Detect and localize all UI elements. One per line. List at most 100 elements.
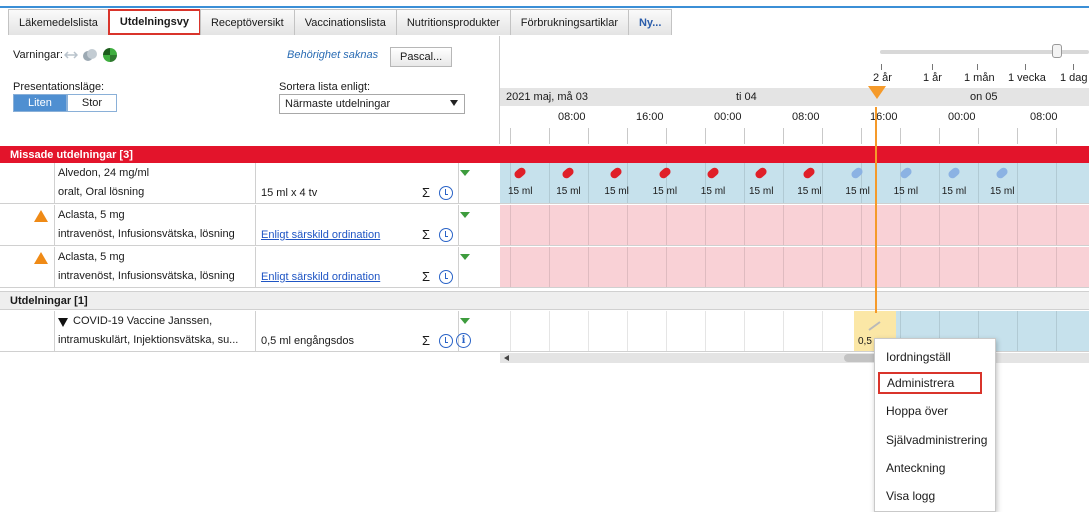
user-button[interactable]: Pascal...	[390, 47, 453, 67]
dose-label: 15 ml	[990, 186, 1015, 197]
menu-item-visa-logg[interactable]: Visa logg	[875, 485, 995, 507]
time-tick	[588, 128, 589, 144]
grid-line	[1056, 311, 1057, 351]
now-marker-icon[interactable]	[868, 86, 886, 99]
timeline-scrollbar[interactable]	[500, 353, 1089, 363]
sum-icon[interactable]: Σ	[422, 185, 430, 200]
expand-arrow-icon[interactable]	[460, 318, 470, 324]
medication-row[interactable]: Alvedon, 24 mg/ml oralt, Oral lösning 15…	[0, 163, 500, 204]
menu-item-anteckning[interactable]: Anteckning	[875, 457, 995, 479]
grid-line	[744, 163, 745, 203]
zoom-tick	[977, 64, 978, 70]
menu-item-hoppa-over[interactable]: Hoppa över	[875, 400, 995, 422]
dose-label: 15 ml	[845, 186, 870, 197]
zoom-label-2y[interactable]: 2 år	[873, 72, 892, 84]
menu-item-administrera[interactable]: Administrera	[878, 372, 982, 394]
presentation-label: Presentationsläge:	[13, 81, 105, 93]
grid-line	[783, 247, 784, 287]
dose-link[interactable]: Enligt särskild ordination	[261, 271, 380, 283]
timeline-row[interactable]	[500, 311, 1089, 352]
missed-dose-pill-icon[interactable]	[561, 166, 576, 180]
grid-line	[939, 205, 940, 245]
missed-dose-pill-icon[interactable]	[609, 166, 624, 180]
pie-warning-icon[interactable]	[102, 47, 118, 63]
clock-icon[interactable]	[439, 228, 453, 242]
dose-link[interactable]: Enligt särskild ordination	[261, 229, 380, 241]
tab-forbrukningsartiklar[interactable]: Förbrukningsartiklar	[509, 9, 629, 35]
expand-arrow-icon[interactable]	[460, 170, 470, 176]
grid-line	[744, 205, 745, 245]
grid-line	[510, 205, 511, 245]
menu-item-iordningstall[interactable]: Iordningställ	[875, 346, 995, 368]
time-tick	[549, 128, 550, 144]
interaction-icon[interactable]	[64, 49, 78, 61]
grid-line	[1056, 163, 1057, 203]
grid-line	[1017, 205, 1018, 245]
tab-utdelningsvy[interactable]: Utdelningsvy	[107, 9, 201, 35]
zoom-label-1w[interactable]: 1 vecka	[1008, 72, 1046, 84]
missed-section-header[interactable]: Missade utdelningar [3]	[0, 146, 1089, 163]
sort-select-value: Närmaste utdelningar	[285, 98, 391, 110]
expand-arrow-icon[interactable]	[460, 212, 470, 218]
med-name: Aclasta, 5 mg	[58, 209, 125, 221]
clock-icon[interactable]	[439, 334, 453, 348]
upcoming-dose-pill-icon[interactable]	[994, 166, 1010, 180]
grid-line	[939, 247, 940, 287]
sort-select[interactable]: Närmaste utdelningar	[279, 94, 465, 114]
sum-icon[interactable]: Σ	[422, 333, 430, 348]
double-pill-icon[interactable]	[82, 48, 98, 62]
missed-dose-pill-icon[interactable]	[753, 166, 769, 180]
zoom-tick	[1025, 64, 1026, 70]
expand-arrow-icon[interactable]	[460, 254, 470, 260]
clock-icon[interactable]	[439, 186, 453, 200]
mode-small-button[interactable]: Liten	[13, 94, 67, 112]
menu-item-sjalvadministrering[interactable]: Självadministrering	[875, 429, 995, 451]
dose-text: 0,5 ml engångsdos	[261, 335, 354, 347]
warnings-label: Varningar:	[13, 49, 63, 61]
medication-row[interactable]: Aclasta, 5 mg intravenöst, Infusionsväts…	[0, 205, 500, 246]
row-status-cell	[0, 205, 55, 245]
timeline-row[interactable]	[500, 247, 1089, 288]
zoom-label-1d[interactable]: 1 dag	[1060, 72, 1088, 84]
time-label: 16:00	[636, 111, 664, 123]
upcoming-dose-pill-icon[interactable]	[946, 166, 961, 180]
missed-dose-pill-icon[interactable]	[705, 166, 720, 180]
zoom-label-1y[interactable]: 1 år	[923, 72, 942, 84]
grid-line	[549, 163, 550, 203]
grid-line	[666, 311, 667, 351]
scroll-left-icon[interactable]	[504, 355, 509, 361]
missed-dose-pill-icon[interactable]	[512, 166, 528, 180]
administrations-section-header[interactable]: Utdelningar [1]	[0, 291, 1089, 310]
missed-dose-pill-icon[interactable]	[657, 166, 672, 180]
tab-vaccinationslista[interactable]: Vaccinationslista	[293, 9, 397, 35]
timeline-row[interactable]	[500, 205, 1089, 246]
warning-icon[interactable]	[34, 210, 48, 222]
sum-icon[interactable]: Σ	[422, 269, 430, 284]
tab-lakemedelslista[interactable]: Läkemedelslista	[8, 9, 109, 35]
mode-large-button[interactable]: Stor	[66, 94, 118, 112]
tab-nutritionsprodukter[interactable]: Nutritionsprodukter	[395, 9, 511, 35]
timeline-header: 2 år 1 år 1 mån 1 vecka 1 dag 2021 maj, …	[500, 36, 1089, 144]
grid-line	[744, 247, 745, 287]
grid-line	[510, 163, 511, 203]
zoom-slider-handle[interactable]	[1052, 44, 1062, 58]
missed-dose-pill-icon[interactable]	[802, 166, 817, 180]
time-tick	[666, 128, 667, 144]
zoom-label-1m[interactable]: 1 mån	[964, 72, 995, 84]
timeline-row[interactable]: 15 ml 15 ml 15 ml 15 ml 15 ml 15 ml 15 ml 15 ml…	[500, 163, 1089, 204]
tab-bar: Läkemedelslista Utdelningsvy Receptövers…	[0, 9, 1089, 36]
clock-icon[interactable]	[439, 270, 453, 284]
warning-icon[interactable]	[34, 252, 48, 264]
grid-line	[783, 205, 784, 245]
grid-line	[549, 247, 550, 287]
tab-new[interactable]: Ny...	[627, 9, 673, 35]
medication-row[interactable]: COVID-19 Vaccine Janssen, intramuskulärt…	[0, 311, 500, 352]
grid-line	[900, 247, 901, 287]
tab-receptoversikt[interactable]: Receptöversikt	[199, 9, 295, 35]
dose-text: 15 ml x 4 tv	[261, 187, 318, 199]
medication-row[interactable]: Aclasta, 5 mg intravenöst, Infusionsväts…	[0, 247, 500, 288]
dose-label: 15 ml	[797, 186, 822, 197]
upcoming-dose-pill-icon[interactable]	[850, 166, 865, 180]
sum-icon[interactable]: Σ	[422, 227, 430, 242]
dose-label: 15 ml	[941, 186, 967, 197]
